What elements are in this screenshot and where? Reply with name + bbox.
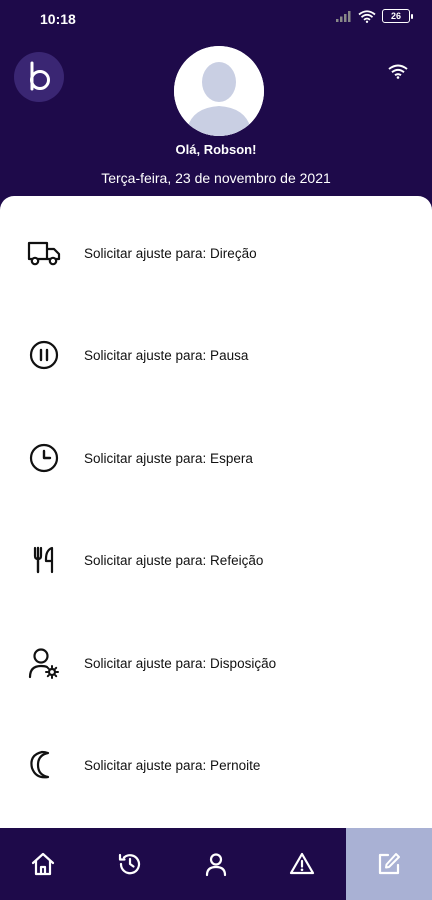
greeting: Olá, Robson! <box>175 142 257 157</box>
list-item-pernoite[interactable]: Solicitar ajuste para: Pernoite <box>0 730 432 800</box>
bottom-nav <box>0 828 432 900</box>
nav-requests[interactable] <box>345 828 432 900</box>
avatar[interactable] <box>174 46 264 136</box>
status-bar: 10:18 26 <box>0 0 432 38</box>
list-item-refeicao[interactable]: Solicitar ajuste para: Refeição <box>0 525 432 595</box>
list-item-label: Solicitar ajuste para: Refeição <box>84 552 264 568</box>
moon-icon <box>26 747 62 783</box>
list-item-pausa[interactable]: Solicitar ajuste para: Pausa <box>0 320 432 390</box>
nav-home[interactable] <box>0 828 86 900</box>
list-item-label: Solicitar ajuste para: Disposição <box>84 655 277 671</box>
fork-knife-icon <box>26 542 62 578</box>
nav-history[interactable] <box>86 828 172 900</box>
signal-icon <box>336 11 351 22</box>
wifi-status-icon <box>358 9 376 23</box>
list-item-direcao[interactable]: Solicitar ajuste para: Direção <box>0 218 432 288</box>
list-item-espera[interactable]: Solicitar ajuste para: Espera <box>0 423 432 493</box>
user-silhouette-icon <box>174 46 264 136</box>
pause-icon <box>26 337 62 373</box>
home-icon <box>32 852 55 876</box>
status-icons: 26 <box>336 9 413 23</box>
edit-icon <box>378 853 400 875</box>
app-logo[interactable] <box>14 52 64 102</box>
clock-icon <box>26 440 62 476</box>
nav-profile[interactable] <box>173 828 259 900</box>
wifi-icon <box>388 64 408 79</box>
connection-status[interactable] <box>388 64 408 84</box>
list-item-label: Solicitar ajuste para: Espera <box>84 450 253 466</box>
current-date: Terça-feira, 23 de novembro de 2021 <box>101 170 331 186</box>
nav-alerts[interactable] <box>259 828 345 900</box>
user-settings-icon <box>26 645 62 681</box>
adjustment-list: Solicitar ajuste para: Direção Solicitar… <box>0 196 432 828</box>
header: Olá, Robson! Terça-feira, 23 de novembro… <box>0 38 432 208</box>
list-item-label: Solicitar ajuste para: Direção <box>84 245 257 261</box>
profile-icon <box>205 853 227 877</box>
warning-icon <box>290 852 315 875</box>
status-time: 10:18 <box>40 11 76 27</box>
list-item-disposicao[interactable]: Solicitar ajuste para: Disposição <box>0 628 432 698</box>
history-icon <box>118 853 140 875</box>
list-item-label: Solicitar ajuste para: Pernoite <box>84 757 261 773</box>
list-item-label: Solicitar ajuste para: Pausa <box>84 347 249 363</box>
truck-icon <box>26 235 62 271</box>
battery-icon: 26 <box>382 9 413 23</box>
logo-b-icon <box>30 61 50 91</box>
battery-level: 26 <box>390 11 401 21</box>
